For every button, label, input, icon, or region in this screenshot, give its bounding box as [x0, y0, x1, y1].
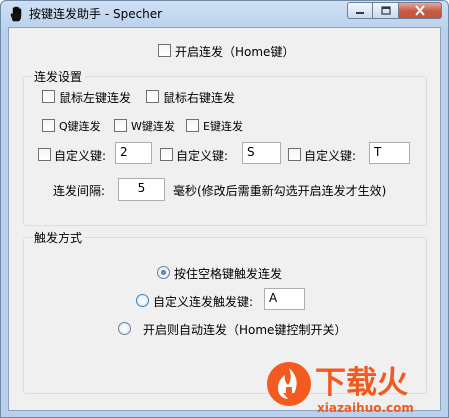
custom-key-3-input[interactable]: T [369, 142, 410, 164]
maximize-button[interactable] [373, 2, 399, 19]
maximize-icon [380, 5, 391, 15]
custom-key-3-checkbox[interactable] [288, 148, 301, 161]
trigger-custom-key-radio[interactable] [136, 294, 149, 307]
trigger-auto-label[interactable]: 开启则自动连发（Home键控制开关） [143, 321, 346, 338]
app-window: 按键连发助手 - Specher 开启连发（Home键） 连发设置 鼠标左键连发… [0, 0, 449, 418]
custom-key-2-checkbox[interactable] [160, 148, 173, 161]
custom-key-2-input[interactable]: S [242, 142, 281, 164]
key-q-checkbox[interactable] [42, 119, 55, 132]
key-e-label[interactable]: E键连发 [203, 118, 243, 134]
trigger-mode-title: 触发方式 [31, 229, 86, 246]
mouse-right-checkbox[interactable] [146, 90, 159, 103]
client-area: 开启连发（Home键） 连发设置 鼠标左键连发 鼠标右键连发 Q键连发 W键连发… [8, 27, 441, 411]
key-w-label[interactable]: W键连发 [131, 118, 175, 134]
trigger-custom-key-input[interactable]: A [264, 288, 305, 310]
interval-unit-note: 毫秒(修改后需重新勾选开启连发才生效) [173, 184, 387, 198]
custom-key-1-input[interactable]: 2 [115, 142, 152, 164]
watermark-url: xiazaihuo.com [317, 401, 414, 415]
hand-app-icon [10, 6, 22, 22]
enable-burst-label[interactable]: 开启连发（Home键） [175, 43, 294, 60]
minimize-icon [356, 11, 364, 14]
trigger-hold-space-radio[interactable] [157, 266, 170, 279]
custom-key-3-label[interactable]: 自定义键: [304, 147, 356, 164]
close-icon [415, 5, 425, 16]
title-bar[interactable]: 按键连发助手 - Specher [1, 1, 448, 25]
close-button[interactable] [399, 2, 442, 19]
custom-key-2-label[interactable]: 自定义键: [176, 147, 228, 164]
watermark-brand: 下载火 [315, 365, 408, 401]
custom-key-1-checkbox[interactable] [38, 148, 51, 161]
key-w-checkbox[interactable] [114, 119, 127, 132]
trigger-hold-space-label[interactable]: 按住空格键触发连发 [174, 265, 282, 282]
interval-label: 连发间隔: [53, 184, 106, 198]
minimize-button[interactable] [347, 2, 373, 19]
enable-burst-checkbox[interactable] [158, 44, 171, 57]
key-e-checkbox[interactable] [186, 119, 199, 132]
mouse-right-label[interactable]: 鼠标右键连发 [163, 89, 235, 106]
trigger-custom-key-label[interactable]: 自定义连发触发键: [153, 293, 253, 310]
custom-key-1-label[interactable]: 自定义键: [54, 147, 106, 164]
key-q-label[interactable]: Q键连发 [59, 118, 101, 134]
mouse-left-label[interactable]: 鼠标左键连发 [59, 89, 131, 106]
window-controls [347, 2, 442, 19]
mouse-left-checkbox[interactable] [42, 90, 55, 103]
xiazaihuo-watermark-logo: 下载火 xiazaihuo.com [267, 362, 414, 415]
burst-settings-title: 连发设置 [31, 68, 86, 85]
trigger-auto-radio[interactable] [118, 322, 131, 335]
interval-input[interactable]: 5 [118, 178, 165, 201]
window-title: 按键连发助手 - Specher [29, 7, 163, 21]
